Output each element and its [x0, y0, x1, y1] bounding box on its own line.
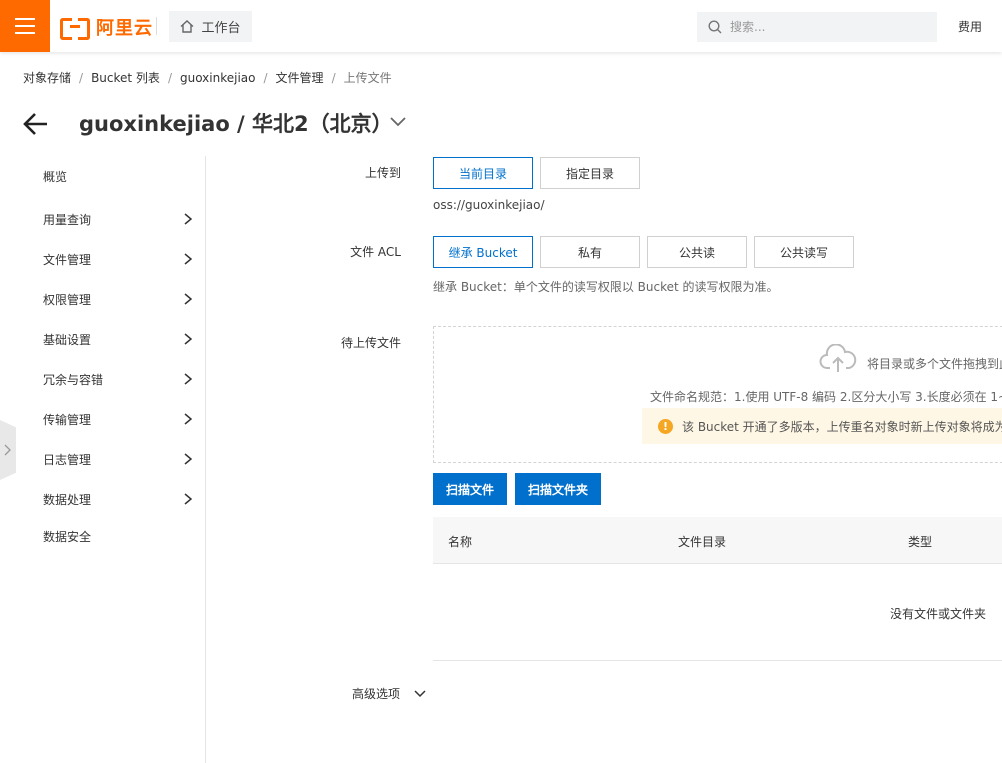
versioning-alert: ! 该 Bucket 开通了多版本，上传重名对象时新上传对象将成为 [642, 408, 1002, 444]
breadcrumb-item-bucket[interactable]: guoxinkejiao [180, 71, 256, 85]
naming-rule-text: 文件命名规范：1.使用 UTF-8 编码 2.区分大小写 3.长度必须在 1~1… [650, 390, 1002, 404]
sidebar-item-overview[interactable]: 概览 [0, 156, 205, 196]
pending-files-label: 待上传文件 [340, 336, 401, 350]
sidebar-item-label: 数据处理 [43, 492, 92, 507]
current-directory-option[interactable]: 当前目录 [433, 157, 533, 189]
sidebar-item-label: 传输管理 [43, 412, 92, 427]
upload-path: oss://guoxinkejiao/ [433, 198, 545, 212]
specified-directory-option[interactable]: 指定目录 [540, 157, 640, 189]
sidebar-item-data-security[interactable]: 数据安全 [0, 516, 205, 556]
sidebar-item-label: 冗余与容错 [43, 372, 104, 387]
file-table-header: 名称 文件目录 类型 [433, 517, 1002, 564]
divider [156, 17, 157, 35]
aliyun-logo-icon [60, 17, 90, 40]
workbench-button[interactable]: 工作台 [169, 11, 252, 42]
search-box[interactable] [697, 12, 937, 42]
acl-public-read-option[interactable]: 公共读 [647, 236, 747, 268]
breadcrumb-item-file-management[interactable]: 文件管理 [276, 69, 324, 86]
versioning-alert-text: 该 Bucket 开通了多版本，上传重名对象时新上传对象将成为 [682, 419, 1002, 434]
sidebar-item-label: 数据安全 [43, 529, 92, 544]
cloud-upload-icon [819, 344, 857, 372]
breadcrumb-item-bucket-list[interactable]: Bucket 列表 [91, 69, 160, 86]
logo[interactable]: 阿里云 [60, 14, 153, 40]
chevron-right-icon [184, 453, 193, 465]
chevron-right-icon [184, 493, 193, 505]
acl-public-read-write-option[interactable]: 公共读写 [754, 236, 854, 268]
breadcrumb-separator: / [79, 70, 84, 85]
scan-folder-button[interactable]: 扫描文件夹 [515, 473, 601, 505]
chevron-down-icon [414, 689, 426, 697]
scan-files-button[interactable]: 扫描文件 [433, 473, 507, 505]
sidebar-item-usage[interactable]: 用量查询 [0, 199, 205, 239]
empty-table-text: 没有文件或文件夹 [890, 607, 987, 621]
chevron-right-icon [184, 373, 193, 385]
upload-to-label: 上传到 [364, 166, 401, 180]
sidebar-item-logs[interactable]: 日志管理 [0, 439, 205, 479]
menu-icon[interactable] [0, 0, 50, 52]
sidebar-item-label: 文件管理 [43, 252, 92, 267]
sidebar: 概览 用量查询 文件管理 权限管理 基础设置 冗余与容错 传输管理 日志管理 数… [0, 156, 206, 763]
sidebar-item-label: 概览 [43, 169, 68, 184]
workbench-label: 工作台 [201, 21, 241, 36]
chevron-right-icon [4, 444, 11, 456]
chevron-right-icon [184, 293, 193, 305]
acl-hint: 继承 Bucket：单个文件的读写权限以 Bucket 的读写权限为准。 [433, 280, 779, 294]
fee-link[interactable]: 费用 [958, 18, 982, 35]
sidebar-item-label: 日志管理 [43, 452, 92, 467]
sidebar-item-label: 基础设置 [43, 332, 92, 347]
acl-label: 文件 ACL [350, 245, 401, 259]
sidebar-item-transfer[interactable]: 传输管理 [0, 399, 205, 439]
column-header-directory: 文件目录 [678, 535, 727, 549]
acl-private-option[interactable]: 私有 [540, 236, 640, 268]
breadcrumb-separator: / [167, 70, 172, 85]
breadcrumb-item-oss[interactable]: 对象存储 [23, 69, 71, 86]
advanced-options-toggle[interactable]: 高级选项 [352, 685, 426, 702]
dropzone-text: 将目录或多个文件拖拽到此 [867, 357, 1002, 371]
table-divider [433, 660, 1002, 661]
chevron-down-icon[interactable] [388, 113, 408, 129]
warning-icon: ! [658, 418, 673, 434]
column-header-name: 名称 [448, 535, 473, 549]
breadcrumb-separator: / [331, 70, 336, 85]
search-input[interactable] [730, 20, 920, 34]
file-dropzone[interactable]: 将目录或多个文件拖拽到此 文件命名规范：1.使用 UTF-8 编码 2.区分大小… [433, 326, 1002, 463]
home-icon [181, 20, 194, 33]
chevron-right-icon [184, 253, 193, 265]
sidebar-item-file-management[interactable]: 文件管理 [0, 239, 205, 279]
advanced-options-label: 高级选项 [352, 687, 401, 701]
chevron-right-icon [184, 413, 193, 425]
sidebar-collapse-handle[interactable] [0, 420, 16, 480]
chevron-right-icon [184, 213, 193, 225]
breadcrumb: 对象存储 / Bucket 列表 / guoxinkejiao / 文件管理 /… [23, 69, 392, 86]
sidebar-item-basic-settings[interactable]: 基础设置 [0, 319, 205, 359]
top-bar: 阿里云 工作台 费用 [0, 0, 1002, 52]
sidebar-item-data-processing[interactable]: 数据处理 [0, 479, 205, 519]
column-header-type: 类型 [908, 535, 933, 549]
page-title: guoxinkejiao / 华北2（北京） [79, 112, 393, 136]
sidebar-item-redundancy[interactable]: 冗余与容错 [0, 359, 205, 399]
sidebar-item-label: 权限管理 [43, 292, 92, 307]
logo-text: 阿里云 [96, 18, 153, 39]
search-icon [708, 20, 722, 34]
acl-inherit-option[interactable]: 继承 Bucket [433, 236, 533, 268]
sidebar-item-label: 用量查询 [43, 212, 92, 227]
breadcrumb-separator: / [263, 70, 268, 85]
breadcrumb-item-upload: 上传文件 [343, 71, 392, 85]
sidebar-item-permissions[interactable]: 权限管理 [0, 279, 205, 319]
chevron-right-icon [184, 333, 193, 345]
back-arrow-icon[interactable] [22, 111, 50, 137]
